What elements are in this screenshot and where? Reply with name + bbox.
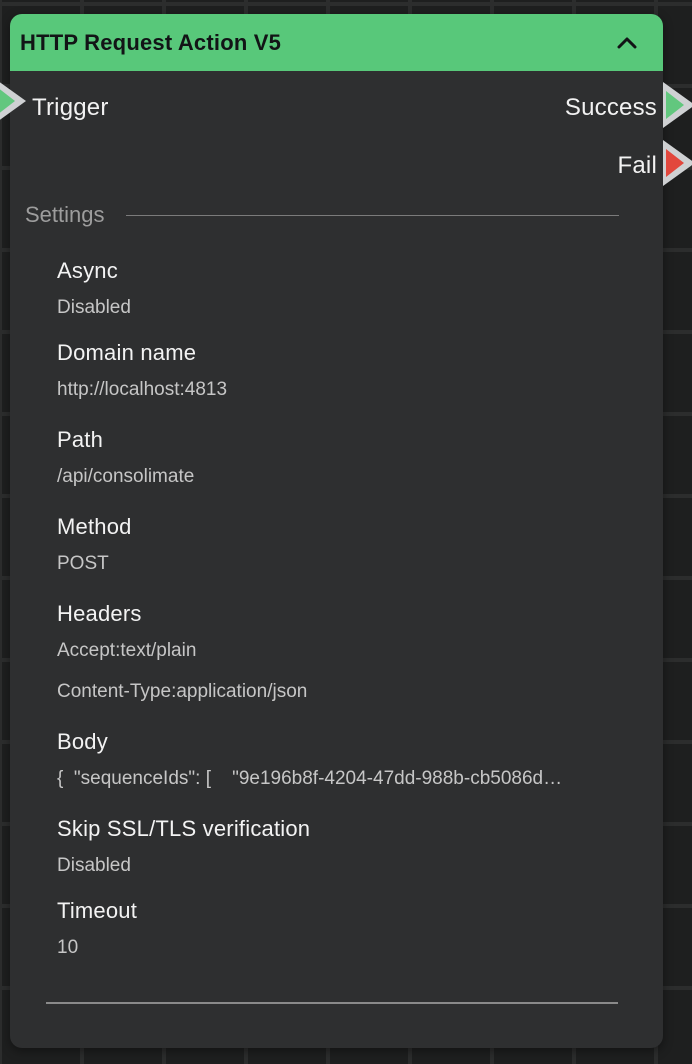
- field-value: 10: [57, 936, 639, 959]
- field-label: Timeout: [57, 898, 639, 924]
- fail-port-arrow-icon[interactable]: [663, 140, 692, 186]
- field-label: Path: [57, 427, 639, 453]
- field-headers: Headers Accept:text/plain Content-Type:a…: [57, 601, 639, 703]
- field-value: Accept:text/plain: [57, 639, 639, 662]
- field-body: Body { "sequenceIds": [ "9e196b8f-4204-4…: [57, 729, 639, 790]
- field-label: Body: [57, 729, 639, 755]
- chevron-up-icon[interactable]: [615, 31, 639, 55]
- port-label-fail: Fail: [618, 153, 657, 179]
- settings-section-title: Settings: [25, 202, 105, 228]
- field-method: Method POST: [57, 514, 639, 575]
- field-label: Headers: [57, 601, 639, 627]
- node-title: HTTP Request Action V5: [20, 30, 281, 56]
- field-path: Path /api/consolimate: [57, 427, 639, 488]
- field-label: Method: [57, 514, 639, 540]
- field-value: Disabled: [57, 854, 639, 877]
- field-value: Disabled: [57, 296, 639, 319]
- field-value: POST: [57, 552, 639, 575]
- success-port-arrow-icon[interactable]: [663, 82, 692, 128]
- field-skip-ssl: Skip SSL/TLS verification Disabled: [57, 816, 639, 877]
- field-async: Async Disabled: [57, 258, 639, 319]
- port-label-trigger: Trigger: [32, 95, 109, 121]
- node-footer-divider: [46, 1002, 618, 1004]
- field-label: Skip SSL/TLS verification: [57, 816, 639, 842]
- http-request-node[interactable]: HTTP Request Action V5 Trigger Success F…: [10, 14, 663, 1048]
- field-value: http://localhost:4813: [57, 378, 639, 401]
- field-domain-name: Domain name http://localhost:4813: [57, 340, 639, 401]
- settings-section-header: Settings: [25, 202, 619, 228]
- port-label-success: Success: [565, 95, 657, 121]
- trigger-port-arrow-icon[interactable]: [0, 78, 27, 124]
- field-label: Domain name: [57, 340, 639, 366]
- field-timeout: Timeout 10: [57, 898, 639, 959]
- node-editor-canvas[interactable]: HTTP Request Action V5 Trigger Success F…: [0, 0, 692, 1064]
- field-value: Content-Type:application/json: [57, 680, 639, 703]
- node-header[interactable]: HTTP Request Action V5: [10, 14, 663, 71]
- field-value: /api/consolimate: [57, 465, 639, 488]
- field-label: Async: [57, 258, 639, 284]
- field-value: { "sequenceIds": [ "9e196b8f-4204-47dd-9…: [57, 767, 639, 790]
- settings-divider-line: [126, 215, 620, 216]
